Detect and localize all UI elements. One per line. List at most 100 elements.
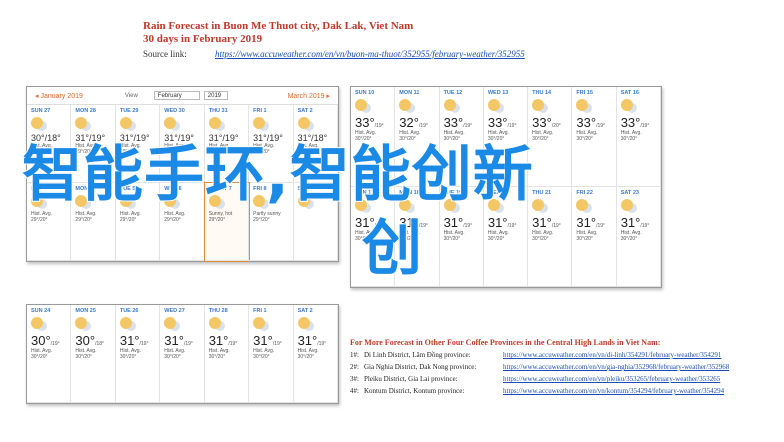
calendar-day-cell[interactable]: SAT 16 33°/19° Hist. Avg. 30°/20° [616, 87, 661, 187]
day-temp: 32°/19° [399, 115, 434, 130]
more-forecast-item: 4#: Kontum District, Kontum province: http… [350, 387, 784, 395]
day-low-temp: /18° [95, 341, 105, 347]
day-low-temp: /19° [507, 123, 517, 129]
source-line: Source link: https://www.accuweather.com… [143, 49, 525, 59]
day-temp: 33°/19° [355, 115, 390, 130]
calendar-day-cell[interactable]: WED 27 31°/19° Hist. Avg. 30°/20° [160, 305, 205, 403]
calendar-day-cell[interactable]: SAT 2 31°/19° Hist. Avg. 30°/20° [293, 305, 338, 403]
item-link[interactable]: https://www.accuweather.com/en/vn/pleiku… [503, 375, 720, 383]
partly-sunny-icon [253, 317, 266, 329]
item-number: 1#: [350, 351, 359, 359]
partly-sunny-icon [620, 99, 633, 111]
day-low-temp: /19° [183, 341, 193, 347]
day-high-temp: 31° [164, 333, 184, 348]
day-label: MON 11 [399, 90, 420, 96]
partly-sunny-icon [487, 99, 500, 111]
more-forecast-list: 1#: Di Linh District, Lâm Đồng province: h… [350, 351, 784, 395]
calendar-day-cell[interactable]: THU 14 33°/20° Hist. Avg. 30°/20° [528, 87, 573, 187]
calendar-day-cell[interactable]: SAT 23 31°/19° Hist. Avg. 30°/20° [616, 187, 661, 287]
day-avg: 30°/20° [119, 354, 137, 360]
day-temp: 33°/19° [488, 115, 523, 130]
calendar-toolbar: ◂ January 2019 View February 2019 March … [27, 87, 338, 105]
day-high-temp: 30° [31, 333, 51, 348]
year-select[interactable]: 2019 [203, 91, 228, 100]
day-avg: 30°/20° [620, 236, 638, 242]
partly-sunny-icon [31, 317, 43, 329]
day-label: WED 27 [164, 308, 185, 314]
item-link[interactable]: https://www.accuweather.com/en/vn/gia-ng… [503, 363, 729, 371]
day-temp: 31°/19° [298, 333, 333, 348]
day-avg: 30°/20° [31, 354, 48, 360]
day-temp: 33°/19° [621, 115, 656, 130]
day-low-temp: /19° [50, 341, 60, 347]
day-avg: 30°/20° [532, 236, 549, 242]
item-name: Pleiku District, Gia Lai province: [364, 375, 458, 383]
partly-sunny-icon [164, 317, 177, 329]
day-low-temp: /19° [228, 341, 238, 347]
calendar-day-cell[interactable]: MON 25 30°/18° Hist. Avg. 30°/20° [71, 305, 116, 403]
day-high-temp: 31° [620, 215, 641, 230]
partly-sunny-icon [253, 117, 266, 129]
calendar-bottom-grid: SUN 24 30°/19° Hist. Avg. 30°/20° MON 25 30°/… [27, 305, 338, 403]
month-select[interactable]: February [153, 91, 200, 100]
day-temp: 33°/20° [532, 115, 567, 130]
calendar-day-cell[interactable]: THU 21 31°/19° Hist. Avg. 30°/20° [528, 187, 573, 287]
partly-sunny-icon [75, 117, 88, 129]
calendar-day-cell[interactable]: FRI 22 31°/19° Hist. Avg. 30°/20° [572, 187, 617, 287]
day-low-temp: /19° [418, 123, 428, 129]
day-temp: 31°/19° [621, 215, 656, 230]
day-temp: 31°/19° [532, 215, 567, 230]
page-header: Rain Forecast in Buon Me Thuot city, Dak… [143, 20, 525, 59]
day-low-temp: /19° [374, 123, 384, 129]
day-high-temp: 30° [75, 333, 96, 348]
next-month-link[interactable]: March 2019 ▸ [288, 92, 330, 100]
day-label: WED 30 [164, 108, 185, 114]
partly-sunny-icon [31, 117, 43, 129]
item-link[interactable]: https://www.accuweather.com/en/vn/di-lin… [503, 351, 721, 359]
overlay-text: 智能手环,智能创新 创 [21, 138, 534, 286]
page-subtitle: 30 days in February 2019 [143, 33, 263, 45]
partly-sunny-icon [208, 317, 221, 329]
day-label: TUE 26 [119, 308, 139, 314]
more-forecast-item: 3#: Pleiku District, Gia Lai province: htt… [350, 375, 784, 383]
prev-month-link[interactable]: ◂ January 2019 [35, 92, 83, 100]
day-high-temp: 31° [532, 215, 552, 230]
day-high-temp: 33° [576, 115, 597, 130]
day-label: SAT 2 [297, 308, 313, 314]
day-avg: 30°/20° [576, 236, 593, 242]
page-title: Rain Forecast in Buon Me Thuot city, Dak… [143, 20, 414, 32]
day-label: SAT 2 [297, 108, 313, 114]
day-temp: 33°/19° [576, 115, 611, 130]
more-forecast-item: 2#: Gia Nghia District, Dak Nong province… [350, 363, 784, 371]
source-link[interactable]: https://www.accuweather.com/en/vn/buon-m… [215, 49, 525, 59]
partly-sunny-icon [75, 317, 88, 329]
item-name: Gia Nghia District, Dak Nong province: [364, 363, 477, 371]
calendar-day-cell[interactable]: SUN 24 30°/19° Hist. Avg. 30°/20° [27, 305, 72, 403]
calendar-day-cell[interactable]: THU 28 31°/19° Hist. Avg. 30°/20° [204, 305, 250, 403]
day-avg: 30°/20° [297, 354, 315, 360]
day-label: WED 13 [487, 90, 509, 96]
day-label: FRI 1 [253, 308, 267, 314]
partly-sunny-icon [297, 117, 310, 129]
partly-sunny-icon [443, 99, 456, 111]
day-avg: 30°/20° [576, 136, 593, 142]
day-temp: 30°/19° [31, 333, 66, 348]
day-label: FRI 15 [576, 90, 593, 96]
calendar-day-cell[interactable]: FRI 1 31°/19° Hist. Avg. 30°/20° [249, 305, 294, 403]
day-low-temp: /19° [551, 223, 561, 229]
item-number: 3#: [350, 375, 359, 383]
item-number: 2#: [350, 363, 359, 371]
day-low-temp: /19° [139, 341, 149, 347]
overlay-line-2: 创 [361, 213, 423, 285]
day-high-temp: 31° [208, 333, 229, 348]
calendar-day-cell[interactable]: TUE 26 31°/19° Hist. Avg. 30°/20° [115, 305, 161, 403]
day-label: SUN 10 [355, 90, 375, 96]
more-forecast-title: For More Forecast in Other Four Coffee P… [350, 338, 661, 347]
more-forecast-item: 1#: Di Linh District, Lâm Đồng province: h… [350, 351, 784, 359]
day-label: TUE 12 [443, 90, 463, 96]
item-link[interactable]: https://www.accuweather.com/en/vn/kontum… [503, 387, 724, 395]
day-high-temp: 33° [620, 115, 641, 130]
day-high-temp: 33° [487, 115, 508, 130]
calendar-day-cell[interactable]: FRI 15 33°/19° Hist. Avg. 30°/20° [572, 87, 617, 187]
partly-sunny-icon [399, 99, 412, 111]
